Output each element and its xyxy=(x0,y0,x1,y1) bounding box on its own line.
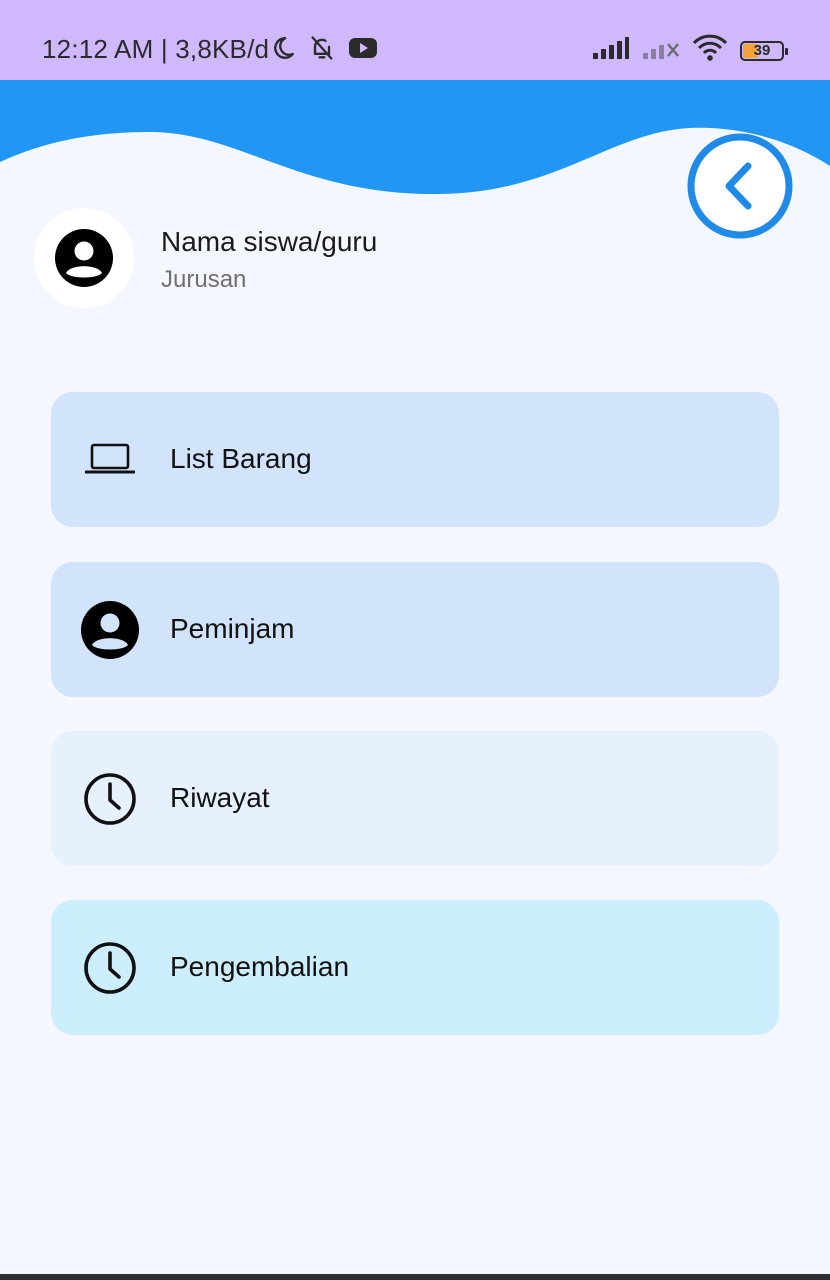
menu-item-label: Peminjam xyxy=(170,613,295,644)
menu-item-label: Pengembalian xyxy=(170,951,350,982)
clock-icon xyxy=(79,768,141,830)
bottom-edge xyxy=(0,1274,830,1280)
avatar[interactable] xyxy=(34,208,134,308)
wifi-icon xyxy=(692,34,728,67)
chevron-left-icon xyxy=(687,133,793,239)
bell-off-icon xyxy=(308,34,336,67)
menu-item-riwayat[interactable]: Riwayat xyxy=(51,731,779,866)
menu-item-list-barang[interactable]: List Barang xyxy=(51,392,779,527)
profile-name: Nama siswa/guru xyxy=(161,226,378,257)
status-time: 12:12 AM | 3,8KB/d xyxy=(42,34,270,64)
status-right-icons: 39 xyxy=(592,34,788,67)
moon-icon xyxy=(270,35,296,66)
clock-icon xyxy=(79,937,141,999)
signal-no-sim-icon xyxy=(642,36,680,65)
account-circle-icon xyxy=(55,229,113,287)
menu-item-label: List Barang xyxy=(170,443,312,474)
battery-icon: 39 xyxy=(740,40,788,61)
account-circle-icon xyxy=(79,599,141,661)
profile-subtitle: Jurusan xyxy=(161,266,247,293)
profile-header: Nama siswa/guru Jurusan xyxy=(34,208,634,308)
status-bar: 12:12 AM | 3,8KB/d 39 xyxy=(0,0,830,80)
signal-icon xyxy=(592,36,630,65)
youtube-icon xyxy=(348,37,378,64)
laptop-icon xyxy=(79,429,141,491)
menu-item-label: Riwayat xyxy=(170,782,270,813)
battery-level: 39 xyxy=(753,41,771,59)
menu-item-peminjam[interactable]: Peminjam xyxy=(51,562,779,697)
menu-item-pengembalian[interactable]: Pengembalian xyxy=(51,900,779,1035)
back-button[interactable] xyxy=(686,132,794,240)
status-left-icons xyxy=(270,34,378,67)
